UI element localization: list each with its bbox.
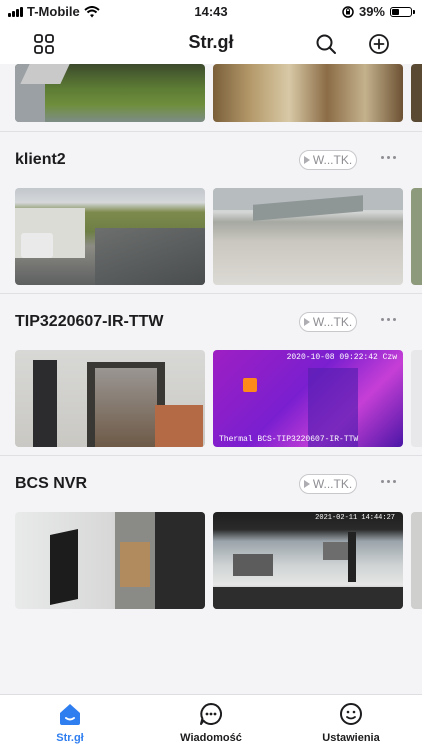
camera-thumbnail-partial[interactable] <box>411 64 422 122</box>
camera-thumbnail[interactable] <box>15 350 205 447</box>
device-name: klient2 <box>15 151 66 168</box>
camera-thumbnail-partial[interactable] <box>411 188 422 285</box>
camera-thumbnail-partial[interactable] <box>411 512 422 609</box>
playback-button[interactable]: W...TK. <box>299 150 357 170</box>
camera-thumbnail[interactable] <box>15 512 205 609</box>
page-title: Str.gł <box>188 32 234 52</box>
device-list[interactable]: klient2 W...TK. TIP3220607-IR-TTW W...TK… <box>0 64 422 694</box>
camera-thumbnail[interactable] <box>15 64 205 122</box>
camera-timestamp: 2021-02-11 14:44:27 <box>315 514 395 522</box>
playback-label: W...TK. <box>312 477 353 491</box>
playback-button[interactable]: W...TK. <box>299 312 357 332</box>
device-group-header: klient2 W...TK. <box>15 150 422 176</box>
divider <box>0 293 422 294</box>
camera-thumbnail[interactable] <box>15 188 205 285</box>
tab-label: Wiadomość <box>180 732 242 744</box>
orientation-lock-icon <box>342 5 354 18</box>
camera-thumbnail[interactable] <box>213 188 403 285</box>
device-group-header: TIP3220607-IR-TTW W...TK. <box>15 312 422 338</box>
battery-fill <box>392 8 399 15</box>
more-options-icon[interactable] <box>381 318 396 321</box>
tab-label: Ustawienia <box>322 732 380 744</box>
tab-label: Str.gł <box>56 732 84 744</box>
battery-icon <box>390 6 415 17</box>
more-options-icon[interactable] <box>381 480 396 483</box>
thermal-camera-thumbnail[interactable]: 2020-10-08 09:22:42 Czw Thermal BCS-TIP3… <box>213 350 403 447</box>
device-name: BCS NVR <box>15 475 88 492</box>
play-icon <box>303 156 310 164</box>
device-name: TIP3220607-IR-TTW <box>15 313 164 330</box>
search-icon[interactable] <box>314 32 338 56</box>
message-icon <box>200 703 222 725</box>
status-bar: T-Mobile 14:43 39% <box>0 0 422 24</box>
playback-label: W...TK. <box>312 315 353 329</box>
camera-thumbnail[interactable]: 2021-02-11 14:44:27 <box>213 512 403 609</box>
home-icon <box>60 704 80 725</box>
camera-thumbnail-partial[interactable] <box>411 350 422 447</box>
tab-home[interactable]: Str.gł <box>10 701 130 744</box>
divider <box>0 131 422 132</box>
profile-icon <box>340 703 362 725</box>
battery-percent: 39% <box>358 4 385 19</box>
top-navigation-bar: Str.gł <box>0 24 422 64</box>
tab-settings[interactable]: Ustawienia <box>291 701 411 744</box>
add-device-icon[interactable] <box>367 32 391 56</box>
bottom-tab-bar: Str.gł Wiadomość Ustawienia <box>0 694 422 751</box>
playback-button[interactable]: W...TK. <box>299 474 357 494</box>
tab-messages[interactable]: Wiadomość <box>151 701 271 744</box>
more-options-icon[interactable] <box>381 156 396 159</box>
camera-thumbnail[interactable] <box>213 64 403 122</box>
divider <box>0 455 422 456</box>
camera-timestamp: 2020-10-08 09:22:42 Czw <box>286 353 397 362</box>
play-icon <box>303 480 310 488</box>
play-icon <box>303 318 310 326</box>
playback-label: W...TK. <box>312 153 353 167</box>
camera-overlay-label: Thermal BCS-TIP3220607-IR-TTW <box>219 435 359 444</box>
device-group-header: BCS NVR W...TK. <box>15 474 422 500</box>
